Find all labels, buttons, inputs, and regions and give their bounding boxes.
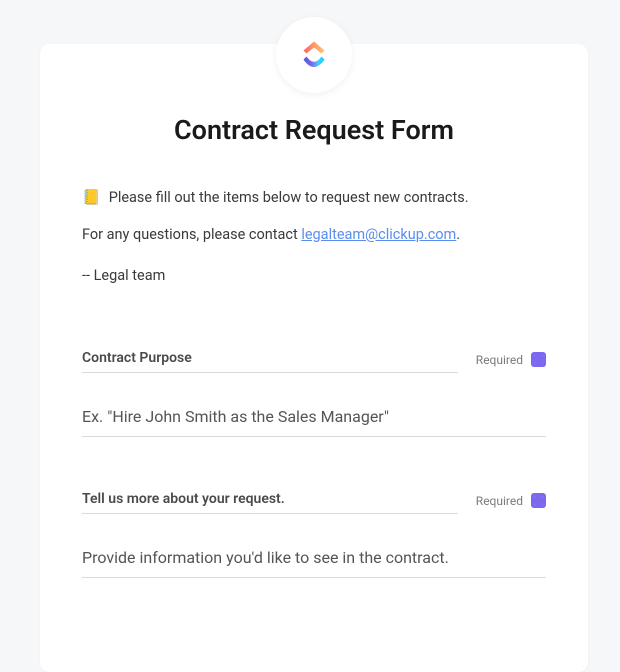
- field-label-wrap: Tell us more about your request.: [82, 491, 458, 514]
- field-label: Contract Purpose: [82, 350, 458, 366]
- required-indicator: Required: [476, 493, 546, 514]
- required-checkbox-icon: [531, 352, 546, 367]
- contact-prefix: For any questions, please contact: [82, 226, 301, 243]
- field-contract-purpose: Contract Purpose Required: [82, 350, 546, 437]
- note-icon: 📒: [82, 188, 101, 206]
- required-indicator: Required: [476, 352, 546, 373]
- form-title: Contract Request Form: [82, 114, 546, 146]
- clickup-logo-icon: [296, 37, 332, 73]
- logo-container: [276, 17, 352, 93]
- contact-line: For any questions, please contact legalt…: [82, 226, 546, 243]
- contact-suffix: .: [456, 226, 460, 243]
- field-header: Tell us more about your request. Require…: [82, 491, 546, 514]
- field-label-wrap: Contract Purpose: [82, 350, 458, 373]
- intro-line: 📒 Please fill out the items below to req…: [82, 188, 546, 206]
- intro-text: Please fill out the items below to reque…: [109, 189, 469, 206]
- signoff-text: -- Legal team: [82, 267, 546, 284]
- contact-email-link[interactable]: legalteam@clickup.com: [301, 226, 456, 243]
- form-card: Contract Request Form 📒 Please fill out …: [40, 44, 588, 672]
- required-checkbox-icon: [531, 493, 546, 508]
- field-tell-us-more: Tell us more about your request. Require…: [82, 491, 546, 578]
- field-header: Contract Purpose Required: [82, 350, 546, 373]
- field-label: Tell us more about your request.: [82, 491, 458, 507]
- required-label: Required: [476, 353, 523, 367]
- required-label: Required: [476, 494, 523, 508]
- contract-purpose-input[interactable]: [82, 401, 546, 437]
- tell-us-more-input[interactable]: [82, 542, 546, 578]
